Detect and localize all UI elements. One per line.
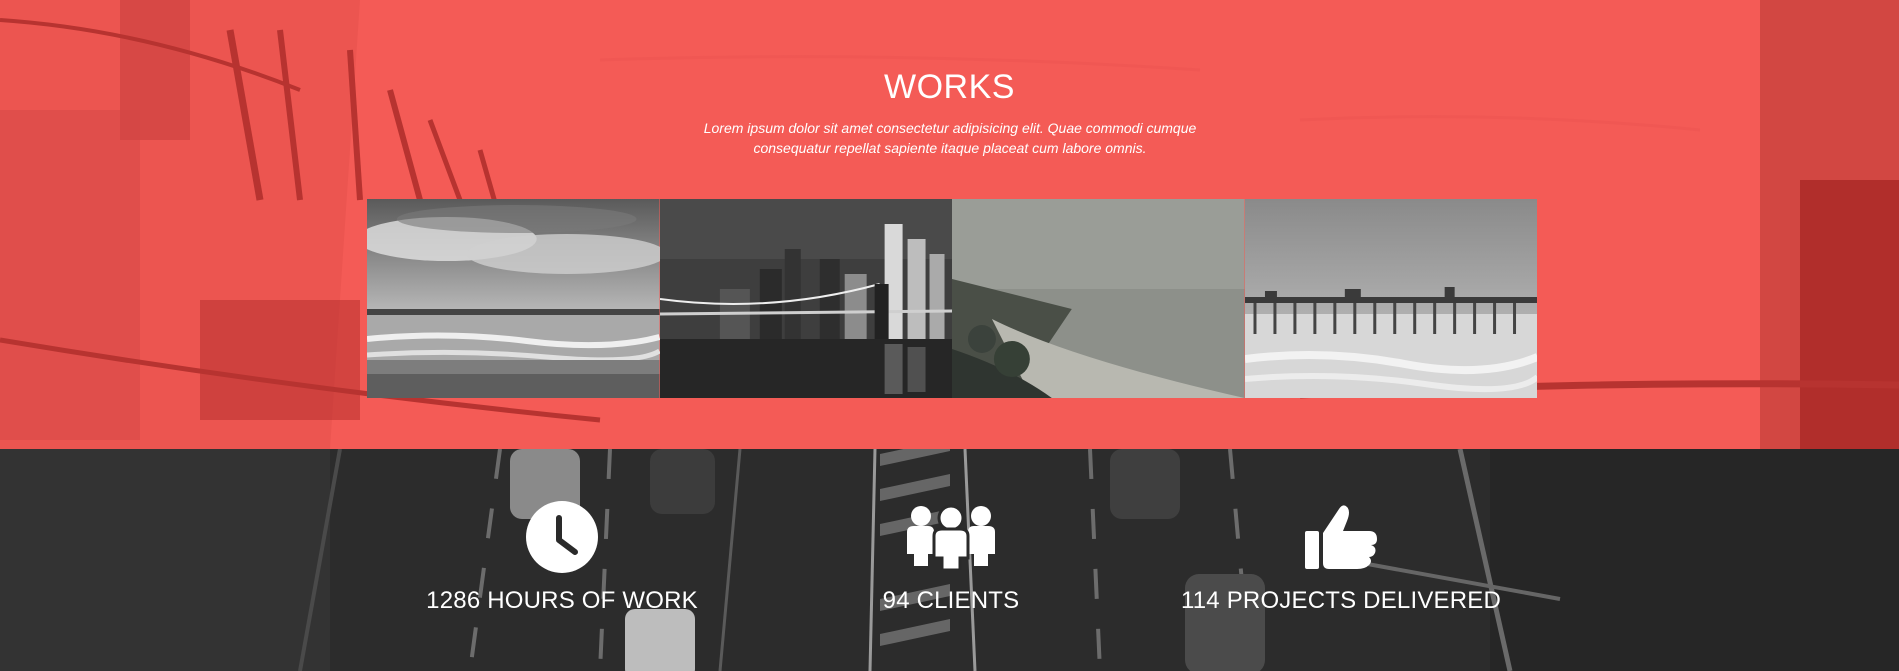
stat-clients-label: 94 CLIENTS [882,587,1020,614]
works-gallery [367,199,1537,398]
thumbs-up-icon [1161,499,1521,575]
stat-clients: 94 CLIENTS [771,499,1131,615]
foggy-coast-photo [952,199,1245,398]
stats-section: 1286 HOURS OF WORK 94 CLIENTS 114 PROJEC… [0,449,1899,671]
stat-projects: 114 PROJECTS DELIVERED [1161,499,1521,615]
gallery-item-bridge-city-night[interactable] [659,199,952,398]
gallery-item-foggy-coast[interactable] [952,199,1245,398]
stat-projects-label: 114 PROJECTS DELIVERED [1180,587,1502,614]
stat-hours: 1286 HOURS OF WORK [382,499,742,615]
works-section: WORKS Lorem ipsum dolor sit amet consect… [0,0,1899,449]
works-subtitle: Lorem ipsum dolor sit amet consectetur a… [703,120,1197,156]
bridge-city-night-photo [659,199,952,398]
people-icon [771,499,1131,575]
gallery-item-pier[interactable] [1244,199,1537,398]
stat-hours-label: 1286 HOURS OF WORK [426,587,698,614]
clock-icon [382,499,742,575]
pier-photo [1244,199,1537,398]
gallery-item-cloudy-beach[interactable] [367,199,660,398]
cloudy-beach-photo [367,199,660,398]
works-title: WORKS [884,68,1015,106]
